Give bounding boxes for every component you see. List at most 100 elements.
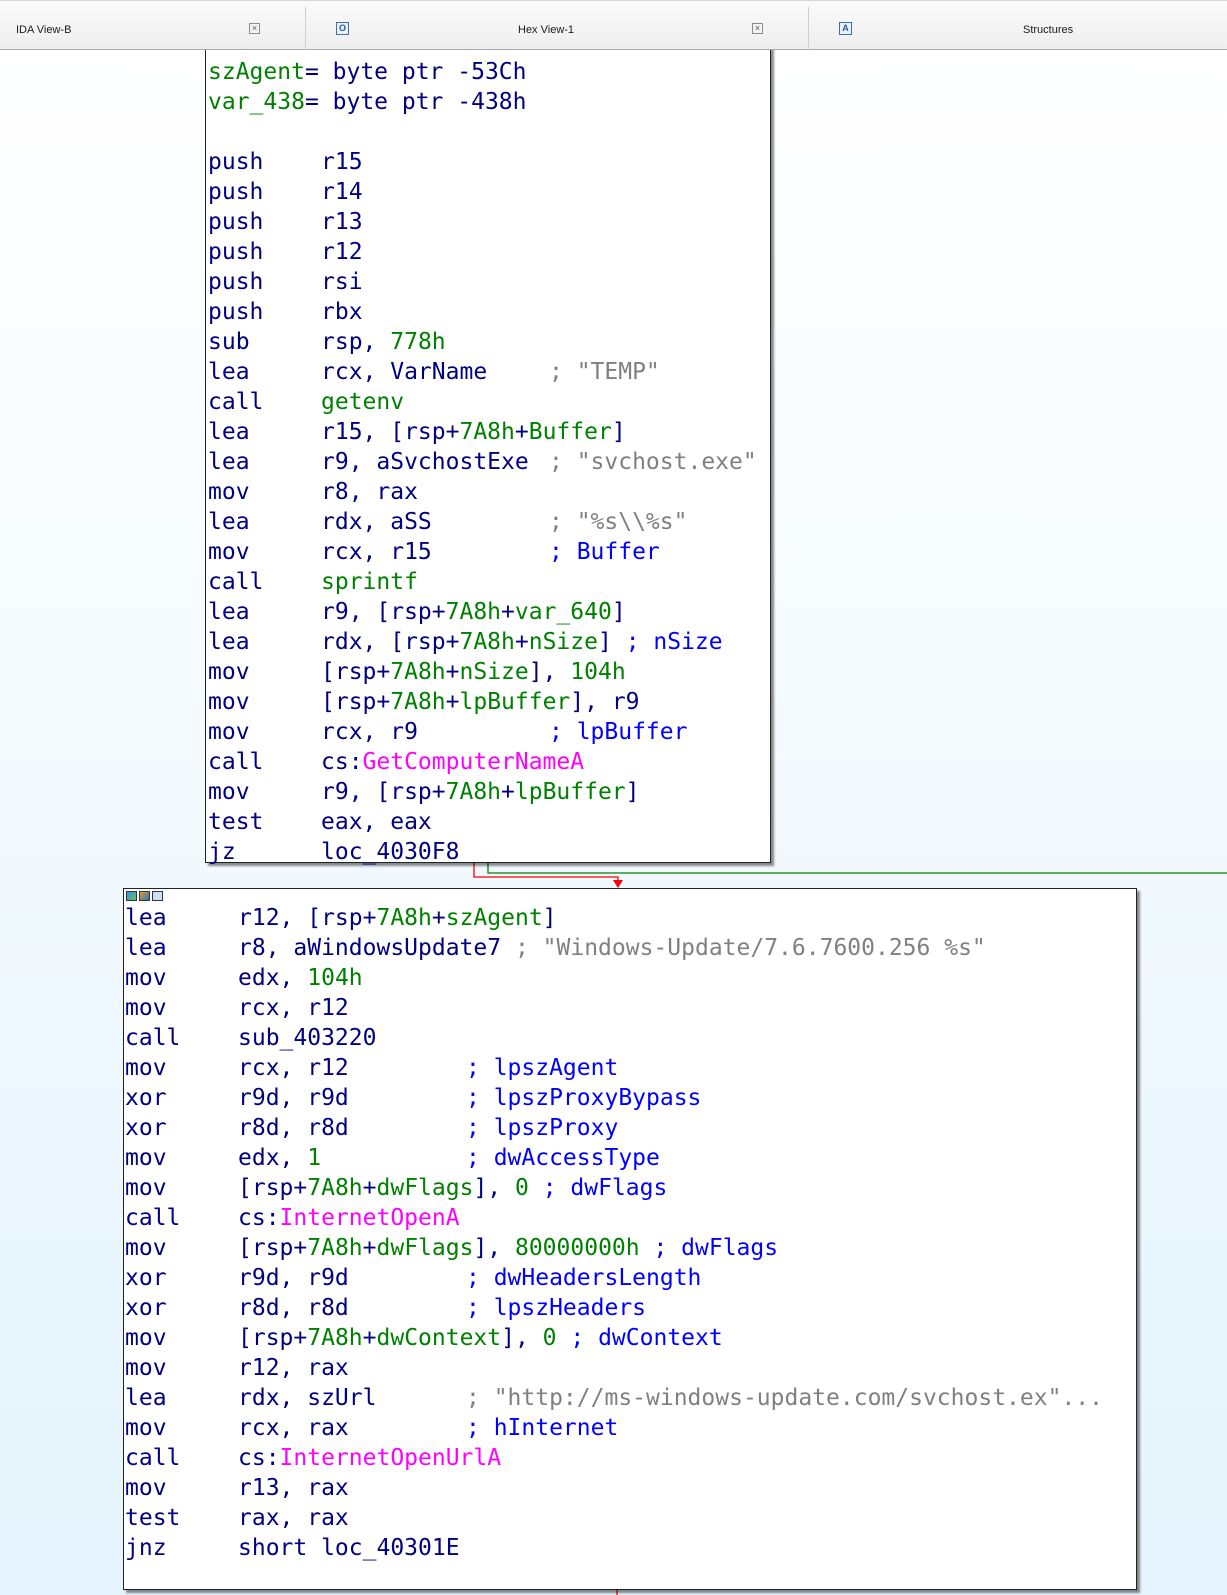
mnemonic[interactable]: mov: [208, 537, 250, 567]
operand-token[interactable]: r12: [321, 239, 363, 265]
disasm-line[interactable]: call getenv: [208, 387, 770, 417]
mnemonic[interactable]: xor: [125, 1113, 167, 1143]
operands[interactable]: [rsp+7A8h+nSize], 104h: [321, 657, 626, 687]
operands[interactable]: getenv: [321, 387, 404, 417]
comment[interactable]: ; dwContext: [570, 1325, 722, 1351]
operands[interactable]: rdx, [rsp+7A8h+nSize] ; nSize: [321, 627, 723, 657]
operands[interactable]: rcx, r15: [321, 537, 432, 567]
operand-token[interactable]: rcx, r9: [321, 719, 418, 745]
mnemonic[interactable]: mov: [125, 1143, 167, 1173]
operand-token[interactable]: ]: [612, 599, 626, 625]
operand-token[interactable]: r8d, r8d: [238, 1295, 349, 1321]
tab-structures[interactable]: A Structures: [809, 7, 1227, 51]
operand-token[interactable]: nSize: [529, 629, 598, 655]
tab-ida-view-b[interactable]: IDA View-B ×: [0, 7, 305, 51]
operands[interactable]: rcx, rax: [238, 1413, 349, 1443]
operand-token[interactable]: lpBuffer: [460, 689, 571, 715]
block-color-icon[interactable]: [126, 891, 137, 901]
disasm-line[interactable]: lea rdx, aSS ; "%s\\%s": [208, 507, 770, 537]
disasm-line[interactable]: call sub_403220: [125, 1023, 1136, 1053]
operand-token[interactable]: +: [446, 659, 460, 685]
disasm-line[interactable]: mov [rsp+7A8h+dwFlags], 0 ; dwFlags: [125, 1173, 1136, 1203]
disasm-line[interactable]: sub rsp, 778h: [208, 327, 770, 357]
disasm-line[interactable]: push r14: [208, 177, 770, 207]
stack-var-name[interactable]: szAgent: [208, 59, 305, 85]
disasm-line[interactable]: lea r9, [rsp+7A8h+var_640]: [208, 597, 770, 627]
operand-token[interactable]: r9d, r9d: [238, 1265, 349, 1291]
mnemonic[interactable]: call: [208, 747, 263, 777]
mnemonic[interactable]: push: [208, 237, 263, 267]
operand-token[interactable]: cs:: [321, 749, 363, 775]
operand-token[interactable]: r12, rax: [238, 1355, 349, 1381]
operand-token[interactable]: ]: [543, 905, 557, 931]
operands[interactable]: [rsp+7A8h+lpBuffer], r9: [321, 687, 640, 717]
disasm-line[interactable]: mov rcx, r12: [125, 993, 1136, 1023]
stack-var-name[interactable]: var_438: [208, 89, 305, 115]
mnemonic[interactable]: xor: [125, 1293, 167, 1323]
operand-token[interactable]: [rsp+: [238, 1235, 307, 1261]
disasm-line[interactable]: call cs:GetComputerNameA: [208, 747, 770, 777]
operand-token[interactable]: r8d, r8d: [238, 1115, 349, 1141]
operand-token[interactable]: r9, aSvchostExe: [321, 449, 543, 475]
operand-token[interactable]: [640, 1235, 654, 1261]
mnemonic[interactable]: mov: [125, 1473, 167, 1503]
comment[interactable]: ; nSize: [626, 629, 723, 655]
import-name[interactable]: GetComputerNameA: [363, 749, 585, 775]
operand-token[interactable]: rax, rax: [238, 1505, 349, 1531]
mnemonic[interactable]: call: [125, 1203, 180, 1233]
operand-token[interactable]: lpBuffer: [515, 779, 626, 805]
operand-token[interactable]: 1: [307, 1145, 321, 1171]
operands[interactable]: r13, rax: [238, 1473, 349, 1503]
disasm-line[interactable]: mov r12, rax: [125, 1353, 1136, 1383]
comment[interactable]: ; dwFlags: [653, 1235, 778, 1261]
operand-token[interactable]: cs:: [238, 1445, 280, 1471]
operand-token[interactable]: r8, aWindowsUpdate7: [238, 935, 515, 961]
disasm-line[interactable]: push rsi: [208, 267, 770, 297]
disasm-line[interactable]: call sprintf: [208, 567, 770, 597]
disasm-line[interactable]: jnz short loc_40301E: [125, 1533, 1136, 1563]
operand-token[interactable]: ],: [501, 1325, 543, 1351]
disasm-line[interactable]: call cs:InternetOpenUrlA: [125, 1443, 1136, 1473]
operand-token[interactable]: r9, [rsp+: [321, 779, 446, 805]
operand-token[interactable]: r8, rax: [321, 479, 418, 505]
operand-token[interactable]: ],: [529, 659, 571, 685]
mnemonic[interactable]: mov: [125, 1323, 167, 1353]
operands[interactable]: r8, rax: [321, 477, 418, 507]
operand-token[interactable]: 104h: [307, 965, 362, 991]
mnemonic[interactable]: lea: [208, 357, 250, 387]
block-group-icon[interactable]: [152, 891, 163, 901]
graph-view-canvas[interactable]: szAgent= byte ptr -53Ch var_438= byte ptr…: [0, 50, 1227, 1595]
disasm-line[interactable]: mov edx, 104h: [125, 963, 1136, 993]
operand-token[interactable]: +: [363, 1235, 377, 1261]
operand-token[interactable]: dwFlags: [377, 1235, 474, 1261]
operand-token[interactable]: rcx, r12: [238, 1055, 349, 1081]
operands[interactable]: r9d, r9d: [238, 1263, 349, 1293]
operands[interactable]: r8, aWindowsUpdate7 ; "Windows-Update/7.…: [238, 933, 986, 963]
operands[interactable]: cs:InternetOpenA: [238, 1203, 460, 1233]
disasm-line[interactable]: mov rcx, rax ; hInternet: [125, 1413, 1136, 1443]
disasm-line[interactable]: lea rdx, szUrl ; "http://ms-windows-update…: [125, 1383, 1136, 1413]
operands[interactable]: sub_403220: [238, 1023, 376, 1053]
operand-token[interactable]: sub_403220: [238, 1025, 376, 1051]
operand-token[interactable]: 7A8h: [307, 1175, 362, 1201]
operand-token[interactable]: [rsp+: [238, 1325, 307, 1351]
mnemonic[interactable]: mov: [208, 717, 250, 747]
comment[interactable]: ; "Windows-Update/7.6.7600.256 %s": [515, 935, 986, 961]
operand-token[interactable]: 7A8h: [459, 419, 514, 445]
disasm-line[interactable]: mov r13, rax: [125, 1473, 1136, 1503]
disasm-line[interactable]: lea r12, [rsp+7A8h+szAgent]: [125, 903, 1136, 933]
disasm-line[interactable]: mov [rsp+7A8h+dwContext], 0 ; dwContext: [125, 1323, 1136, 1353]
operand-token[interactable]: r9, [rsp+: [321, 599, 446, 625]
mnemonic[interactable]: mov: [208, 657, 250, 687]
operands[interactable]: [rsp+7A8h+dwFlags], 0 ; dwFlags: [238, 1173, 667, 1203]
operands[interactable]: rdx, szUrl: [238, 1383, 376, 1413]
operand-token[interactable]: r9d, r9d: [238, 1085, 349, 1111]
operands[interactable]: rcx, r12: [238, 1053, 349, 1083]
operand-token[interactable]: +: [432, 905, 446, 931]
operands[interactable]: r8d, r8d: [238, 1293, 349, 1323]
operand-token[interactable]: 7A8h: [390, 689, 445, 715]
import-name[interactable]: InternetOpenA: [280, 1205, 460, 1231]
operands[interactable]: edx, 1: [238, 1143, 321, 1173]
operand-token[interactable]: r13: [321, 209, 363, 235]
operands[interactable]: r15, [rsp+7A8h+Buffer]: [321, 417, 626, 447]
